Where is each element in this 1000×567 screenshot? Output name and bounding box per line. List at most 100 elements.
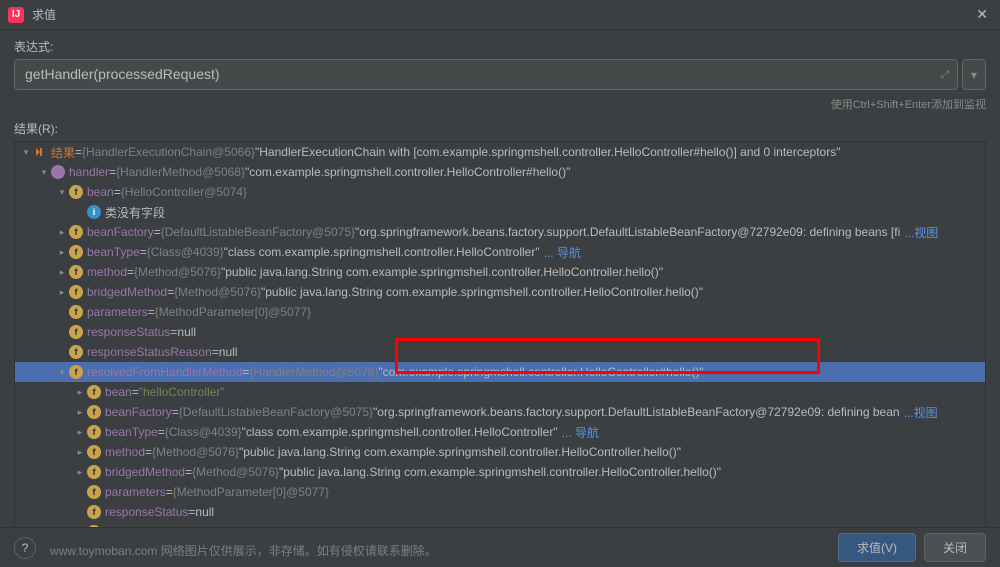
tree-toggle-icon[interactable]: ▸ bbox=[55, 267, 69, 278]
object-ref: {Method@5076} bbox=[192, 465, 279, 479]
object-ref: {Method@5076} bbox=[152, 445, 239, 459]
result-label: 结果(R): bbox=[0, 118, 1000, 141]
field-value: "public java.lang.String com.example.spr… bbox=[261, 285, 703, 299]
tree-row[interactable]: ▸i类没有字段 bbox=[15, 202, 985, 222]
tree-toggle-icon[interactable]: ▾ bbox=[19, 147, 33, 158]
field-value: "org.springframework.beans.factory.suppo… bbox=[355, 225, 900, 239]
field-icon: f bbox=[69, 325, 83, 339]
tree-row[interactable]: ▸fbeanFactory = {DefaultListableBeanFact… bbox=[15, 222, 985, 242]
field-icon: f bbox=[69, 265, 83, 279]
app-icon: IJ bbox=[8, 7, 24, 23]
field-value: null bbox=[177, 325, 196, 339]
field-icon: f bbox=[69, 305, 83, 319]
watermark-text: www.toymoban.com 网络图片仅供展示，非存储。如有侵权请联系删除。 bbox=[50, 542, 437, 559]
result-icon bbox=[33, 145, 47, 159]
field-value: null bbox=[219, 345, 238, 359]
expand-icon[interactable]: ⤢ bbox=[941, 69, 949, 80]
field-value: "org.springframework.beans.factory.suppo… bbox=[373, 405, 900, 419]
field-value: "class com.example.springmshell.controll… bbox=[242, 425, 558, 439]
view-link[interactable]: ... 导航 bbox=[562, 424, 599, 441]
tree-row[interactable]: ▸fbridgedMethod = {Method@5076} "public … bbox=[15, 282, 985, 302]
field-icon: f bbox=[69, 285, 83, 299]
field-value: "class com.example.springmshell.controll… bbox=[224, 245, 540, 259]
view-link[interactable]: ... 导航 bbox=[544, 244, 581, 261]
field-name: 类没有字段 bbox=[105, 204, 165, 221]
tree-row[interactable]: ▸fbeanFactory = {DefaultListableBeanFact… bbox=[15, 402, 985, 422]
field-name: method bbox=[105, 445, 145, 459]
close-icon[interactable]: ✕ bbox=[972, 6, 992, 23]
info-icon: i bbox=[87, 205, 101, 219]
tree-row[interactable]: ▸fbean = "helloController" bbox=[15, 382, 985, 402]
tree-toggle-icon[interactable]: ▸ bbox=[55, 287, 69, 298]
titlebar: IJ 求值 ✕ bbox=[0, 0, 1000, 30]
tree-toggle-icon[interactable]: ▸ bbox=[73, 427, 87, 438]
tree-row[interactable]: ▸fmethod = {Method@5076} "public java.la… bbox=[15, 442, 985, 462]
tree-toggle-icon[interactable]: ▸ bbox=[73, 387, 87, 398]
result-tree[interactable]: ▾结果 = {HandlerExecutionChain@5066} "Hand… bbox=[14, 141, 986, 546]
tree-row[interactable]: ▸fresponseStatus = null bbox=[15, 322, 985, 342]
history-dropdown[interactable]: ▾ bbox=[962, 59, 986, 90]
view-link[interactable]: ...视图 bbox=[904, 224, 938, 241]
field-icon: f bbox=[69, 245, 83, 259]
close-button[interactable]: 关闭 bbox=[924, 533, 986, 562]
field-name: beanType bbox=[105, 425, 158, 439]
object-ref: {Class@4039} bbox=[147, 245, 224, 259]
tree-row[interactable]: ▸fbridgedMethod = {Method@5076} "public … bbox=[15, 462, 985, 482]
object-ref: {HandlerExecutionChain@5066} bbox=[82, 145, 255, 159]
tree-toggle-icon[interactable]: ▾ bbox=[37, 167, 51, 178]
field-icon: f bbox=[69, 345, 83, 359]
field-value: "public java.lang.String com.example.spr… bbox=[239, 445, 681, 459]
field-value: "com.example.springmshell.controller.Hel… bbox=[378, 365, 703, 379]
object-ref: {HandlerMethod@5078} bbox=[249, 365, 378, 379]
object-ref: {MethodParameter[0]@5077} bbox=[173, 485, 329, 499]
tree-toggle-icon[interactable]: ▸ bbox=[73, 447, 87, 458]
object-ref: {Method@5076} bbox=[134, 265, 221, 279]
object-ref: {Class@4039} bbox=[165, 425, 242, 439]
view-link[interactable]: ...视图 bbox=[904, 404, 938, 421]
tree-toggle-icon[interactable]: ▾ bbox=[55, 367, 69, 378]
tree-toggle-icon[interactable]: ▸ bbox=[55, 227, 69, 238]
expression-text: getHandler(processedRequest) bbox=[25, 66, 220, 82]
tree-row[interactable]: ▾fresolvedFromHandlerMethod = {HandlerMe… bbox=[15, 362, 985, 382]
expression-input[interactable]: getHandler(processedRequest) ⤢ bbox=[14, 59, 958, 90]
hint-text: 使用Ctrl+Shift+Enter添加到监视 bbox=[0, 94, 1000, 118]
tree-row[interactable]: ▾handler = {HandlerMethod@5068} "com.exa… bbox=[15, 162, 985, 182]
tree-toggle-icon[interactable]: ▸ bbox=[55, 247, 69, 258]
tree-row[interactable]: ▸fresponseStatusReason = null bbox=[15, 342, 985, 362]
field-name: method bbox=[87, 265, 127, 279]
field-name: responseStatus bbox=[87, 325, 170, 339]
tree-toggle-icon[interactable]: ▸ bbox=[73, 467, 87, 478]
dialog-title: 求值 bbox=[32, 6, 972, 23]
field-value: "helloController" bbox=[139, 385, 225, 399]
tree-row[interactable]: ▸fmethod = {Method@5076} "public java.la… bbox=[15, 262, 985, 282]
field-name: parameters bbox=[105, 485, 166, 499]
evaluate-button[interactable]: 求值(V) bbox=[838, 533, 916, 562]
tree-row[interactable]: ▾结果 = {HandlerExecutionChain@5066} "Hand… bbox=[15, 142, 985, 162]
tree-row[interactable]: ▸fparameters = {MethodParameter[0]@5077} bbox=[15, 302, 985, 322]
object-icon bbox=[51, 165, 65, 179]
field-value: "HandlerExecutionChain with [com.example… bbox=[255, 145, 840, 159]
object-ref: {DefaultListableBeanFactory@5075} bbox=[179, 405, 373, 419]
field-name: 结果 bbox=[51, 144, 75, 161]
field-icon: f bbox=[87, 425, 101, 439]
object-ref: {DefaultListableBeanFactory@5075} bbox=[161, 225, 355, 239]
tree-row[interactable]: ▸fresponseStatus = null bbox=[15, 502, 985, 522]
field-name: responseStatusReason bbox=[87, 345, 212, 359]
help-button[interactable]: ? bbox=[14, 537, 36, 559]
expression-label: 表达式: bbox=[0, 30, 1000, 59]
field-value: "com.example.springmshell.controller.Hel… bbox=[245, 165, 570, 179]
tree-row[interactable]: ▸fbeanType = {Class@4039} "class com.exa… bbox=[15, 242, 985, 262]
field-name: responseStatus bbox=[105, 505, 188, 519]
field-name: beanType bbox=[87, 245, 140, 259]
field-name: bean bbox=[87, 185, 114, 199]
object-ref: {Method@5076} bbox=[174, 285, 261, 299]
field-icon: f bbox=[87, 465, 101, 479]
tree-toggle-icon[interactable]: ▾ bbox=[55, 187, 69, 198]
field-name: handler bbox=[69, 165, 109, 179]
tree-row[interactable]: ▾fbean = {HelloController@5074} bbox=[15, 182, 985, 202]
field-name: bridgedMethod bbox=[105, 465, 185, 479]
field-icon: f bbox=[69, 225, 83, 239]
tree-toggle-icon[interactable]: ▸ bbox=[73, 407, 87, 418]
tree-row[interactable]: ▸fparameters = {MethodParameter[0]@5077} bbox=[15, 482, 985, 502]
tree-row[interactable]: ▸fbeanType = {Class@4039} "class com.exa… bbox=[15, 422, 985, 442]
